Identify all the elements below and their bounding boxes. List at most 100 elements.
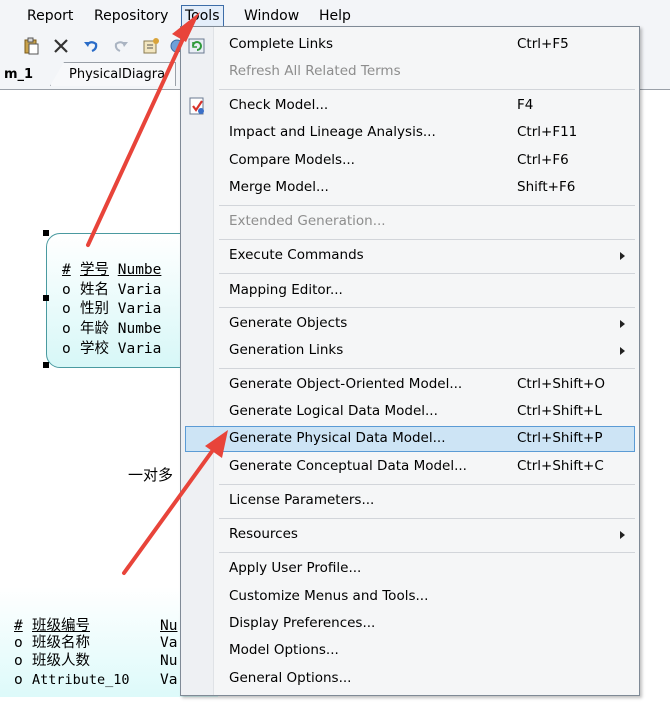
submenu-arrow-icon xyxy=(620,252,625,260)
menu-item-shortcut: F4 xyxy=(517,97,534,113)
menu-item-label: Refresh All Related Terms xyxy=(229,63,401,79)
menu-item-refresh-related-terms[interactable]: Refresh All Related Terms xyxy=(185,59,635,85)
submenu-arrow-icon xyxy=(620,347,625,355)
menu-item-label: License Parameters... xyxy=(229,492,375,508)
menu-repository[interactable]: Repository xyxy=(94,7,168,25)
attribute-key: o xyxy=(62,321,71,337)
menu-item-generate-conceptual-model[interactable]: Generate Conceptual Data Model... Ctrl+S… xyxy=(185,454,635,480)
attribute-name: 学号 xyxy=(80,262,109,278)
menu-item-label: Apply User Profile... xyxy=(229,560,362,576)
menu-window[interactable]: Window xyxy=(244,7,299,25)
paste-icon[interactable] xyxy=(22,37,40,55)
attribute-type: Varia xyxy=(117,341,162,357)
menu-item-apply-user-profile[interactable]: Apply User Profile... xyxy=(185,556,635,582)
attribute-key: o xyxy=(14,653,23,669)
menu-item-extended-generation[interactable]: Extended Generation... xyxy=(185,209,635,235)
submenu-arrow-icon xyxy=(620,320,625,328)
menu-item-shortcut: Ctrl+Shift+C xyxy=(517,458,604,474)
menu-item-license-parameters[interactable]: License Parameters... xyxy=(185,488,635,514)
menu-item-generate-objects[interactable]: Generate Objects xyxy=(185,311,635,337)
attribute-key: o xyxy=(62,282,71,298)
menu-item-compare-models[interactable]: Compare Models... Ctrl+F6 xyxy=(185,148,635,174)
selection-handle[interactable] xyxy=(43,362,49,368)
attribute-name: 性别 xyxy=(80,301,109,317)
entity-attribute-row: o 姓名 Varia xyxy=(62,283,161,298)
menu-item-label: Impact and Lineage Analysis... xyxy=(229,124,436,140)
attribute-type: Numbe xyxy=(117,262,162,278)
menu-separator xyxy=(219,552,635,553)
menu-separator xyxy=(219,518,635,519)
entity-attribute-row: o 学校 Varia xyxy=(62,342,161,357)
menu-item-execute-commands[interactable]: Execute Commands xyxy=(185,243,635,269)
entity-attribute-row: o Attribute_10 Va xyxy=(14,673,177,688)
attribute-name: 班级编号 xyxy=(32,618,90,634)
menu-separator xyxy=(219,307,635,308)
entity-attribute-row: o 年龄 Numbe xyxy=(62,322,161,337)
menu-item-customize-menus[interactable]: Customize Menus and Tools... xyxy=(185,584,635,610)
entity-attribute-row: o 班级名称 Va xyxy=(14,636,177,651)
redo-icon[interactable] xyxy=(112,37,130,55)
menu-item-resources[interactable]: Resources xyxy=(185,522,635,548)
menu-separator xyxy=(219,273,635,274)
menu-item-label: Display Preferences... xyxy=(229,615,376,631)
menu-report[interactable]: Report xyxy=(27,7,73,25)
entity-attribute-row: o 性别 Varia xyxy=(62,302,161,317)
menu-item-mapping-editor[interactable]: Mapping Editor... xyxy=(185,278,635,304)
submenu-arrow-icon xyxy=(620,531,625,539)
menu-item-label: General Options... xyxy=(229,670,352,686)
attribute-key: o xyxy=(62,301,71,317)
menu-separator xyxy=(219,368,635,369)
menu-item-generate-physical-model[interactable]: Generate Physical Data Model... Ctrl+Shi… xyxy=(185,426,635,452)
menu-help[interactable]: Help xyxy=(319,7,351,25)
menu-item-shortcut: Shift+F6 xyxy=(517,179,576,195)
menu-item-shortcut: Ctrl+Shift+P xyxy=(517,430,603,446)
attribute-name: 姓名 xyxy=(80,282,109,298)
undo-icon[interactable] xyxy=(82,37,100,55)
menu-item-general-options[interactable]: General Options... xyxy=(185,666,635,692)
menu-item-shortcut: Ctrl+F5 xyxy=(517,36,569,52)
menu-item-impact-lineage[interactable]: Impact and Lineage Analysis... Ctrl+F11 xyxy=(185,120,635,146)
menu-item-label: Mapping Editor... xyxy=(229,282,343,298)
attribute-name: 班级人数 xyxy=(32,653,90,669)
menu-separator xyxy=(219,89,635,90)
relationship-label[interactable]: 一对多 xyxy=(128,464,173,485)
attribute-key: # xyxy=(14,618,23,634)
menu-item-label: Generate Logical Data Model... xyxy=(229,403,438,419)
menu-separator xyxy=(219,484,635,485)
attribute-name: 班级名称 xyxy=(32,635,90,651)
menu-item-label: Generate Object-Oriented Model... xyxy=(229,376,463,392)
selection-handle[interactable] xyxy=(43,295,49,301)
attribute-type: Nu xyxy=(160,618,178,634)
attribute-type: Varia xyxy=(117,301,162,317)
menu-item-label: Generation Links xyxy=(229,342,344,358)
menu-separator xyxy=(219,205,635,206)
menu-item-model-options[interactable]: Model Options... xyxy=(185,638,635,664)
attribute-name: 年龄 xyxy=(80,321,109,337)
menu-item-merge-model[interactable]: Merge Model... Shift+F6 xyxy=(185,175,635,201)
delete-icon[interactable] xyxy=(52,37,70,55)
menu-item-generate-oo-model[interactable]: Generate Object-Oriented Model... Ctrl+S… xyxy=(185,372,635,398)
properties-icon[interactable] xyxy=(142,37,160,55)
attribute-type: Va xyxy=(160,672,178,688)
menu-item-label: Compare Models... xyxy=(229,152,355,168)
menu-item-complete-links[interactable]: Complete Links Ctrl+F5 xyxy=(185,32,635,58)
menu-item-display-preferences[interactable]: Display Preferences... xyxy=(185,611,635,637)
tab-physical-diagram[interactable]: PhysicalDiagra xyxy=(50,62,177,86)
menu-item-shortcut: Ctrl+Shift+O xyxy=(517,376,605,392)
menu-item-label: Merge Model... xyxy=(229,179,329,195)
attribute-type: Numbe xyxy=(117,321,162,337)
attribute-key: # xyxy=(62,262,71,278)
attribute-name: Attribute_10 xyxy=(32,672,130,688)
menu-item-check-model[interactable]: Check Model... F4 xyxy=(185,93,635,119)
attribute-key: o xyxy=(62,341,71,357)
menu-item-label: Complete Links xyxy=(229,36,334,52)
tab-model[interactable]: m_1 xyxy=(4,66,33,84)
menu-item-generation-links[interactable]: Generation Links xyxy=(185,338,635,364)
selection-handle[interactable] xyxy=(43,230,49,236)
attribute-type: Varia xyxy=(117,282,162,298)
menu-tools[interactable]: Tools xyxy=(181,5,224,27)
attribute-key: o xyxy=(14,672,23,688)
menu-item-label: Check Model... xyxy=(229,97,329,113)
menu-item-label: Generate Physical Data Model... xyxy=(229,430,446,446)
menu-item-generate-logical-model[interactable]: Generate Logical Data Model... Ctrl+Shif… xyxy=(185,399,635,425)
